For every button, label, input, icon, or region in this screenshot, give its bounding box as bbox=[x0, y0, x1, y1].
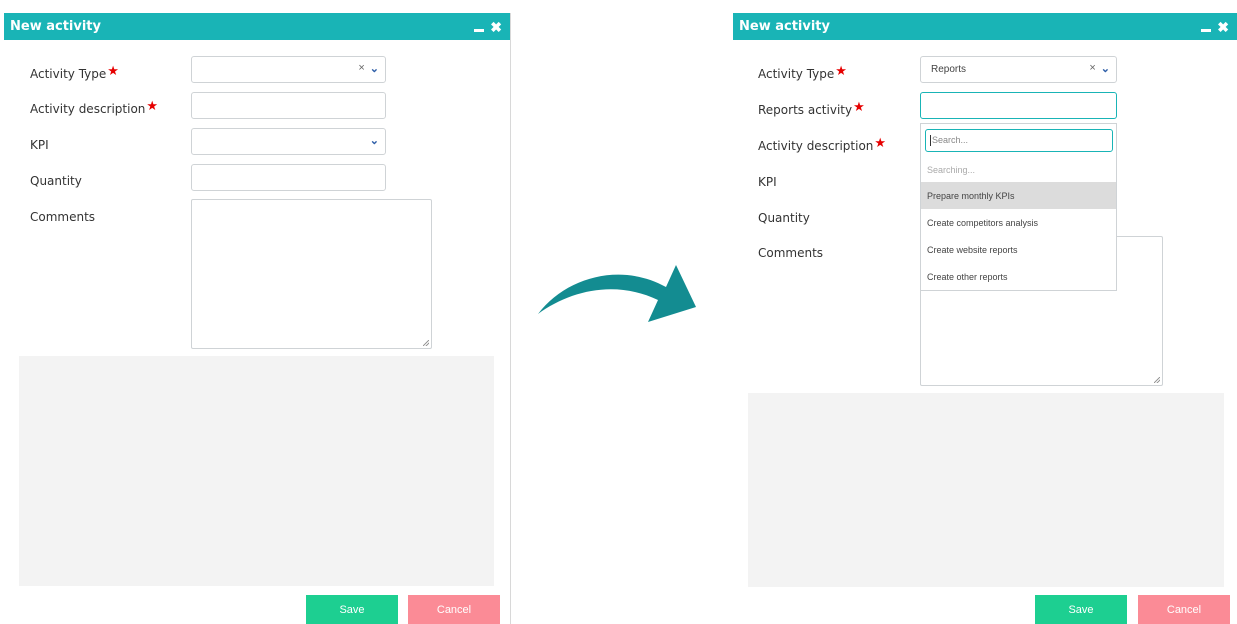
save-button[interactable]: Save bbox=[306, 595, 398, 624]
dropdown-status: Searching... bbox=[927, 165, 976, 175]
label-activity-type: Activity Type★ bbox=[758, 64, 847, 81]
resize-handle[interactable] bbox=[1154, 377, 1160, 383]
dropdown-option[interactable]: Create other reports bbox=[921, 263, 1116, 290]
label-comments: Comments bbox=[758, 246, 824, 260]
label-kpi: KPI bbox=[758, 175, 777, 189]
label-activity-type: Activity Type★ bbox=[30, 64, 119, 81]
clear-icon[interactable]: × bbox=[358, 62, 364, 75]
close-icon[interactable]: ✖ bbox=[1217, 20, 1229, 34]
required-star-icon: ★ bbox=[146, 99, 159, 114]
content-area bbox=[748, 393, 1224, 587]
comments-textarea[interactable] bbox=[191, 199, 432, 349]
left-titlebar: New activity ✖ bbox=[4, 13, 510, 40]
required-star-icon: ★ bbox=[835, 64, 847, 79]
kpi-select[interactable]: ⌄ bbox=[191, 128, 386, 155]
quantity-input[interactable] bbox=[191, 164, 386, 191]
save-button[interactable]: Save bbox=[1035, 595, 1127, 624]
activity-type-select[interactable]: × ⌄ bbox=[191, 56, 386, 83]
right-dialog: New activity ✖ Activity Type★ Reports × … bbox=[733, 13, 1237, 624]
selected-value: Reports bbox=[931, 64, 967, 75]
activity-description-input[interactable] bbox=[191, 92, 386, 119]
dropdown-option[interactable]: Create website reports bbox=[921, 236, 1116, 263]
arrow-right-icon bbox=[538, 265, 696, 322]
close-icon[interactable]: ✖ bbox=[490, 20, 502, 34]
activity-type-select[interactable]: Reports × ⌄ bbox=[920, 56, 1117, 83]
chevron-down-icon[interactable]: ⌄ bbox=[370, 62, 379, 75]
resize-handle[interactable] bbox=[423, 340, 429, 346]
cancel-button[interactable]: Cancel bbox=[408, 595, 500, 624]
reports-activity-select[interactable] bbox=[920, 92, 1117, 119]
dialog-title: New activity bbox=[739, 19, 830, 34]
label-reports-activity: Reports activity★ bbox=[758, 100, 865, 117]
chevron-down-icon[interactable]: ⌄ bbox=[1101, 62, 1110, 75]
minimize-icon[interactable] bbox=[1201, 20, 1212, 34]
page: New activity ✖ Activity Type★ × ⌄ Activi… bbox=[0, 0, 1237, 624]
label-activity-description: Activity description★ bbox=[30, 99, 159, 116]
dropdown-option[interactable]: Create competitors analysis bbox=[921, 209, 1116, 236]
window-controls: ✖ bbox=[1201, 20, 1229, 34]
required-star-icon: ★ bbox=[107, 64, 119, 79]
left-dialog: New activity ✖ Activity Type★ × ⌄ Activi… bbox=[4, 13, 511, 624]
content-area bbox=[19, 356, 494, 586]
label-quantity: Quantity bbox=[30, 174, 82, 188]
cancel-button[interactable]: Cancel bbox=[1138, 595, 1230, 624]
dropdown-option[interactable]: Prepare monthly KPIs bbox=[921, 182, 1116, 209]
clear-icon[interactable]: × bbox=[1089, 62, 1095, 75]
required-star-icon: ★ bbox=[853, 100, 865, 115]
required-star-icon: ★ bbox=[874, 136, 887, 151]
dropdown-search-input[interactable]: Search... bbox=[925, 129, 1113, 152]
label-kpi: KPI bbox=[30, 138, 49, 152]
reports-activity-dropdown: Search... Searching... Prepare monthly K… bbox=[920, 123, 1117, 291]
label-quantity: Quantity bbox=[758, 211, 810, 225]
label-activity-description: Activity description★ bbox=[758, 136, 887, 153]
dialog-title: New activity bbox=[10, 19, 101, 34]
right-titlebar: New activity ✖ bbox=[733, 13, 1237, 40]
chevron-down-icon[interactable]: ⌄ bbox=[370, 134, 379, 147]
window-controls: ✖ bbox=[474, 20, 502, 34]
label-comments: Comments bbox=[30, 210, 96, 224]
minimize-icon[interactable] bbox=[474, 20, 485, 34]
